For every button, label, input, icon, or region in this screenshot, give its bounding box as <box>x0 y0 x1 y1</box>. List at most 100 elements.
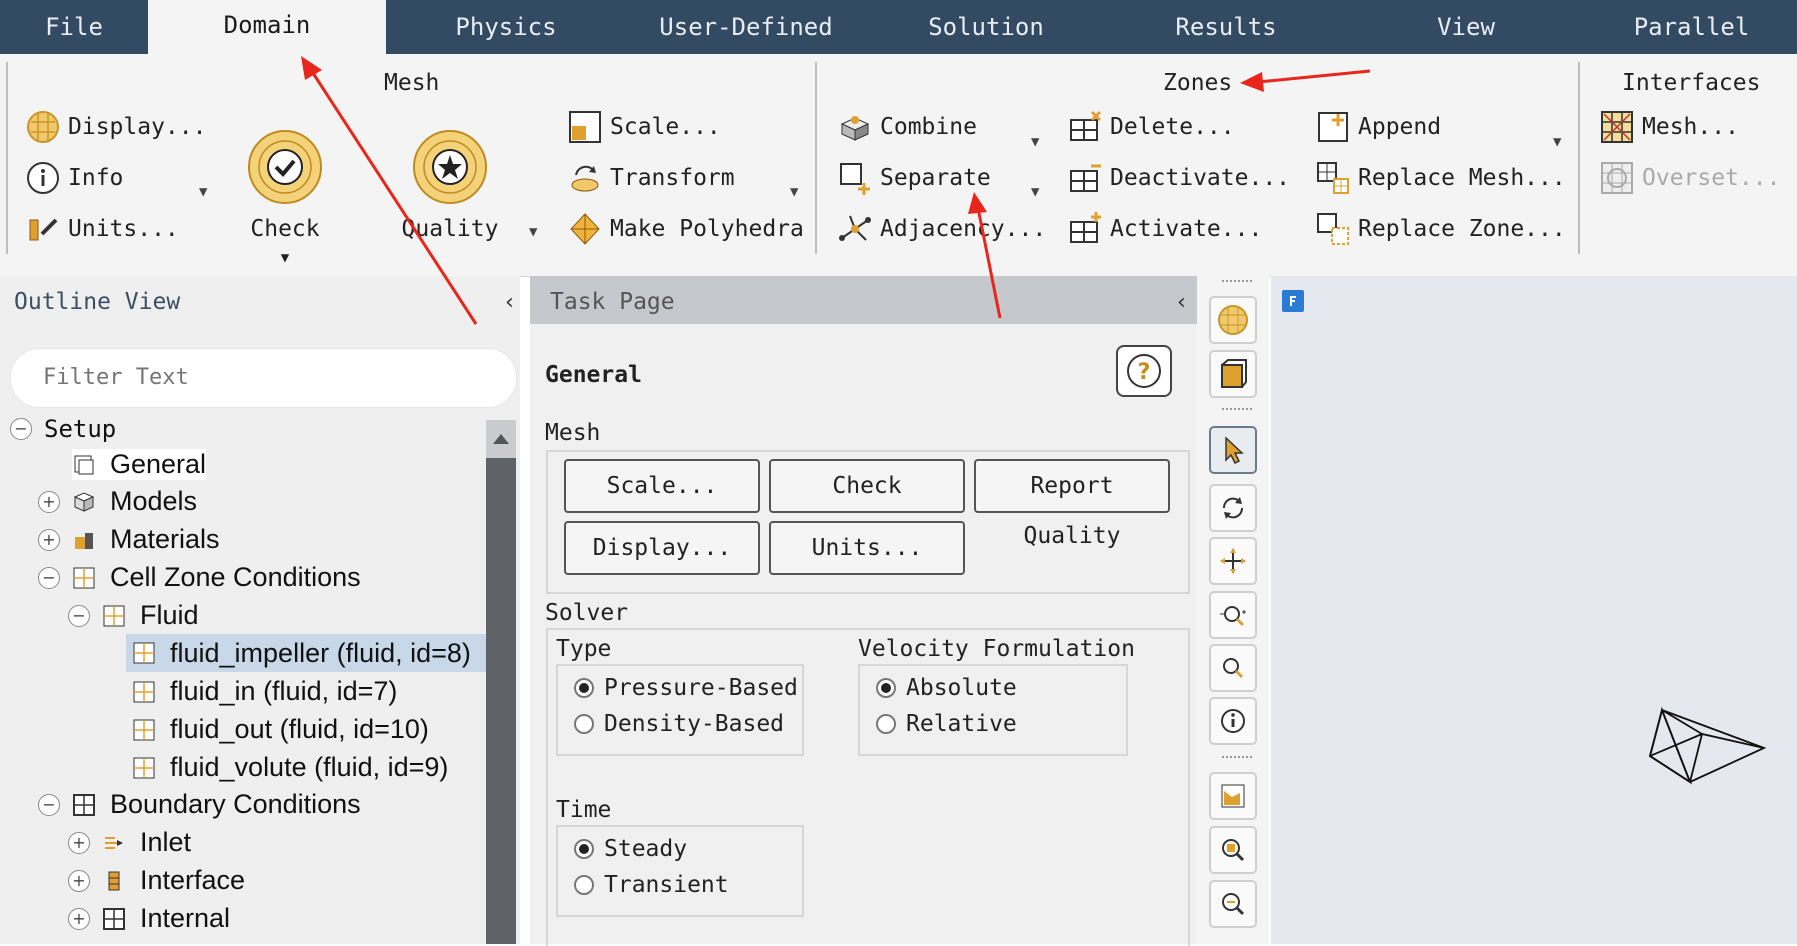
mesh-units-button[interactable]: Units... <box>26 212 179 246</box>
tree-item-cell-zone-conditions[interactable]: − Cell Zone Conditions <box>38 562 361 593</box>
graphics-viewport[interactable] <box>1271 276 1797 944</box>
toolbar-grip[interactable] <box>1222 756 1252 764</box>
append-button[interactable]: Append <box>1316 110 1441 144</box>
units-task-button[interactable]: Units... <box>769 521 965 575</box>
collapse-icon[interactable]: − <box>38 793 60 816</box>
mesh-display-tool[interactable] <box>1209 296 1257 344</box>
tree-item-interface[interactable]: + Interface <box>68 865 245 896</box>
interface-mesh-button[interactable]: Mesh... <box>1600 110 1739 144</box>
probe-info-tool[interactable] <box>1209 697 1257 745</box>
combine-button[interactable]: Combine <box>838 110 977 144</box>
replace-zone-button[interactable]: Replace Zone... <box>1316 212 1566 246</box>
quality-dropdown-icon[interactable]: ▼ <box>529 224 537 240</box>
mesh-info-button[interactable]: Info <box>26 161 123 195</box>
type-label: Type <box>556 636 612 662</box>
filter-input[interactable] <box>41 364 485 391</box>
menu-physics[interactable]: Physics <box>386 0 626 54</box>
mesh-display-button[interactable]: Display... <box>26 110 206 144</box>
tree-item-fluid-out[interactable]: fluid_out (fluid, id=10) <box>132 714 429 745</box>
general-page-heading: General <box>545 362 642 388</box>
collapse-icon[interactable]: − <box>10 418 32 440</box>
collapse-panel-icon[interactable]: ‹ <box>503 290 516 315</box>
menu-parallel[interactable]: Parallel <box>1586 0 1797 54</box>
expand-icon[interactable]: + <box>38 490 60 513</box>
toolbar-grip[interactable] <box>1222 408 1252 416</box>
zoom-to-area-tool[interactable] <box>1209 644 1257 692</box>
svg-text:?: ? <box>1138 360 1151 385</box>
select-tool[interactable] <box>1209 426 1257 474</box>
tree-item-materials[interactable]: + Materials <box>38 524 220 555</box>
expand-icon[interactable]: + <box>68 831 90 854</box>
menu-view[interactable]: View <box>1346 0 1586 54</box>
tree-item-internal[interactable]: + Internal <box>68 903 230 934</box>
menu-bar: File Domain Physics User-Defined Solutio… <box>0 0 1797 54</box>
tree-item-general[interactable]: General <box>72 449 207 480</box>
outline-scrollbar[interactable] <box>486 420 516 944</box>
expand-icon[interactable]: + <box>38 528 60 551</box>
info-dropdown-icon[interactable]: ▼ <box>199 184 207 200</box>
make-polyhedra-button[interactable]: Make Polyhedra <box>568 212 804 246</box>
zoom-out-icon <box>1222 893 1245 916</box>
report-quality-button[interactable]: Report Quality <box>974 459 1170 549</box>
tree-item-fluid[interactable]: − Fluid <box>68 600 199 631</box>
scroll-up-button[interactable] <box>486 420 516 458</box>
zoom-out-tool[interactable] <box>1209 880 1257 928</box>
expand-icon[interactable]: + <box>68 907 90 930</box>
filter-field[interactable] <box>10 348 517 408</box>
grid-icon <box>102 907 126 930</box>
pressure-based-radio[interactable]: Pressure-Based <box>574 675 798 701</box>
grid-icon <box>132 681 156 703</box>
separate-icon <box>838 161 872 195</box>
tree-item-models[interactable]: + Models <box>38 486 197 517</box>
tree-item-fluid-impeller[interactable]: fluid_impeller (fluid, id=8) <box>126 634 486 672</box>
append-dropdown-icon[interactable]: ▼ <box>1553 134 1561 150</box>
quality-button[interactable]: Quality <box>400 128 500 242</box>
deactivate-button[interactable]: Deactivate... <box>1068 161 1290 195</box>
overset-button[interactable]: Overset... <box>1600 161 1780 195</box>
activate-button[interactable]: Activate... <box>1068 212 1262 246</box>
transient-radio[interactable]: Transient <box>574 872 729 898</box>
adjacency-button[interactable]: Adjacency... <box>838 212 1046 246</box>
pan-tool[interactable] <box>1209 537 1257 585</box>
fit-window-tool[interactable] <box>1209 772 1257 820</box>
display-task-button[interactable]: Display... <box>564 521 760 575</box>
box-view-tool[interactable] <box>1209 350 1257 398</box>
check-task-button[interactable]: Check <box>769 459 965 513</box>
collapse-icon[interactable]: − <box>38 566 60 589</box>
menu-domain[interactable]: Domain <box>148 0 386 54</box>
zoom-in-out-tool[interactable] <box>1209 591 1257 639</box>
steady-radio[interactable]: Steady <box>574 836 687 862</box>
menu-file[interactable]: File <box>0 0 148 54</box>
toolbar-grip[interactable] <box>1222 280 1252 288</box>
delete-zone-button[interactable]: Delete... <box>1068 110 1235 144</box>
collapse-icon[interactable]: − <box>68 604 90 627</box>
tree-item-boundary-conditions[interactable]: − Boundary Conditions <box>38 789 361 820</box>
collapse-panel-icon[interactable]: ‹ <box>1175 290 1188 315</box>
relative-radio[interactable]: Relative <box>876 711 1017 737</box>
grid-icon <box>132 642 156 664</box>
transform-dropdown-icon[interactable]: ▼ <box>790 184 798 200</box>
absolute-radio[interactable]: Absolute <box>876 675 1017 701</box>
expand-icon[interactable]: + <box>68 869 90 892</box>
transform-button[interactable]: Transform <box>568 161 735 195</box>
density-based-radio[interactable]: Density-Based <box>574 711 784 737</box>
tree-item-fluid-in[interactable]: fluid_in (fluid, id=7) <box>132 676 397 707</box>
tree-item-inlet[interactable]: + Inlet <box>68 827 191 858</box>
check-button[interactable]: Check ▼ <box>240 128 330 268</box>
replace-mesh-button[interactable]: Replace Mesh... <box>1316 161 1566 195</box>
separate-dropdown-icon[interactable]: ▼ <box>1031 184 1039 200</box>
zoom-fit-tool[interactable] <box>1209 826 1257 874</box>
scale-button[interactable]: Scale... <box>568 110 721 144</box>
tree-item-fluid-volute[interactable]: fluid_volute (fluid, id=9) <box>132 752 448 783</box>
deactivate-icon <box>1068 161 1102 195</box>
tree-item-setup[interactable]: − Setup <box>10 415 116 443</box>
menu-solution[interactable]: Solution <box>866 0 1106 54</box>
ruler-icon <box>26 212 60 246</box>
menu-user-defined[interactable]: User-Defined <box>626 0 866 54</box>
menu-results[interactable]: Results <box>1106 0 1346 54</box>
separate-button[interactable]: Separate <box>838 161 991 195</box>
help-button[interactable]: ? <box>1116 345 1172 397</box>
rotate-tool[interactable] <box>1209 484 1257 532</box>
combine-dropdown-icon[interactable]: ▼ <box>1031 134 1039 150</box>
scale-task-button[interactable]: Scale... <box>564 459 760 513</box>
